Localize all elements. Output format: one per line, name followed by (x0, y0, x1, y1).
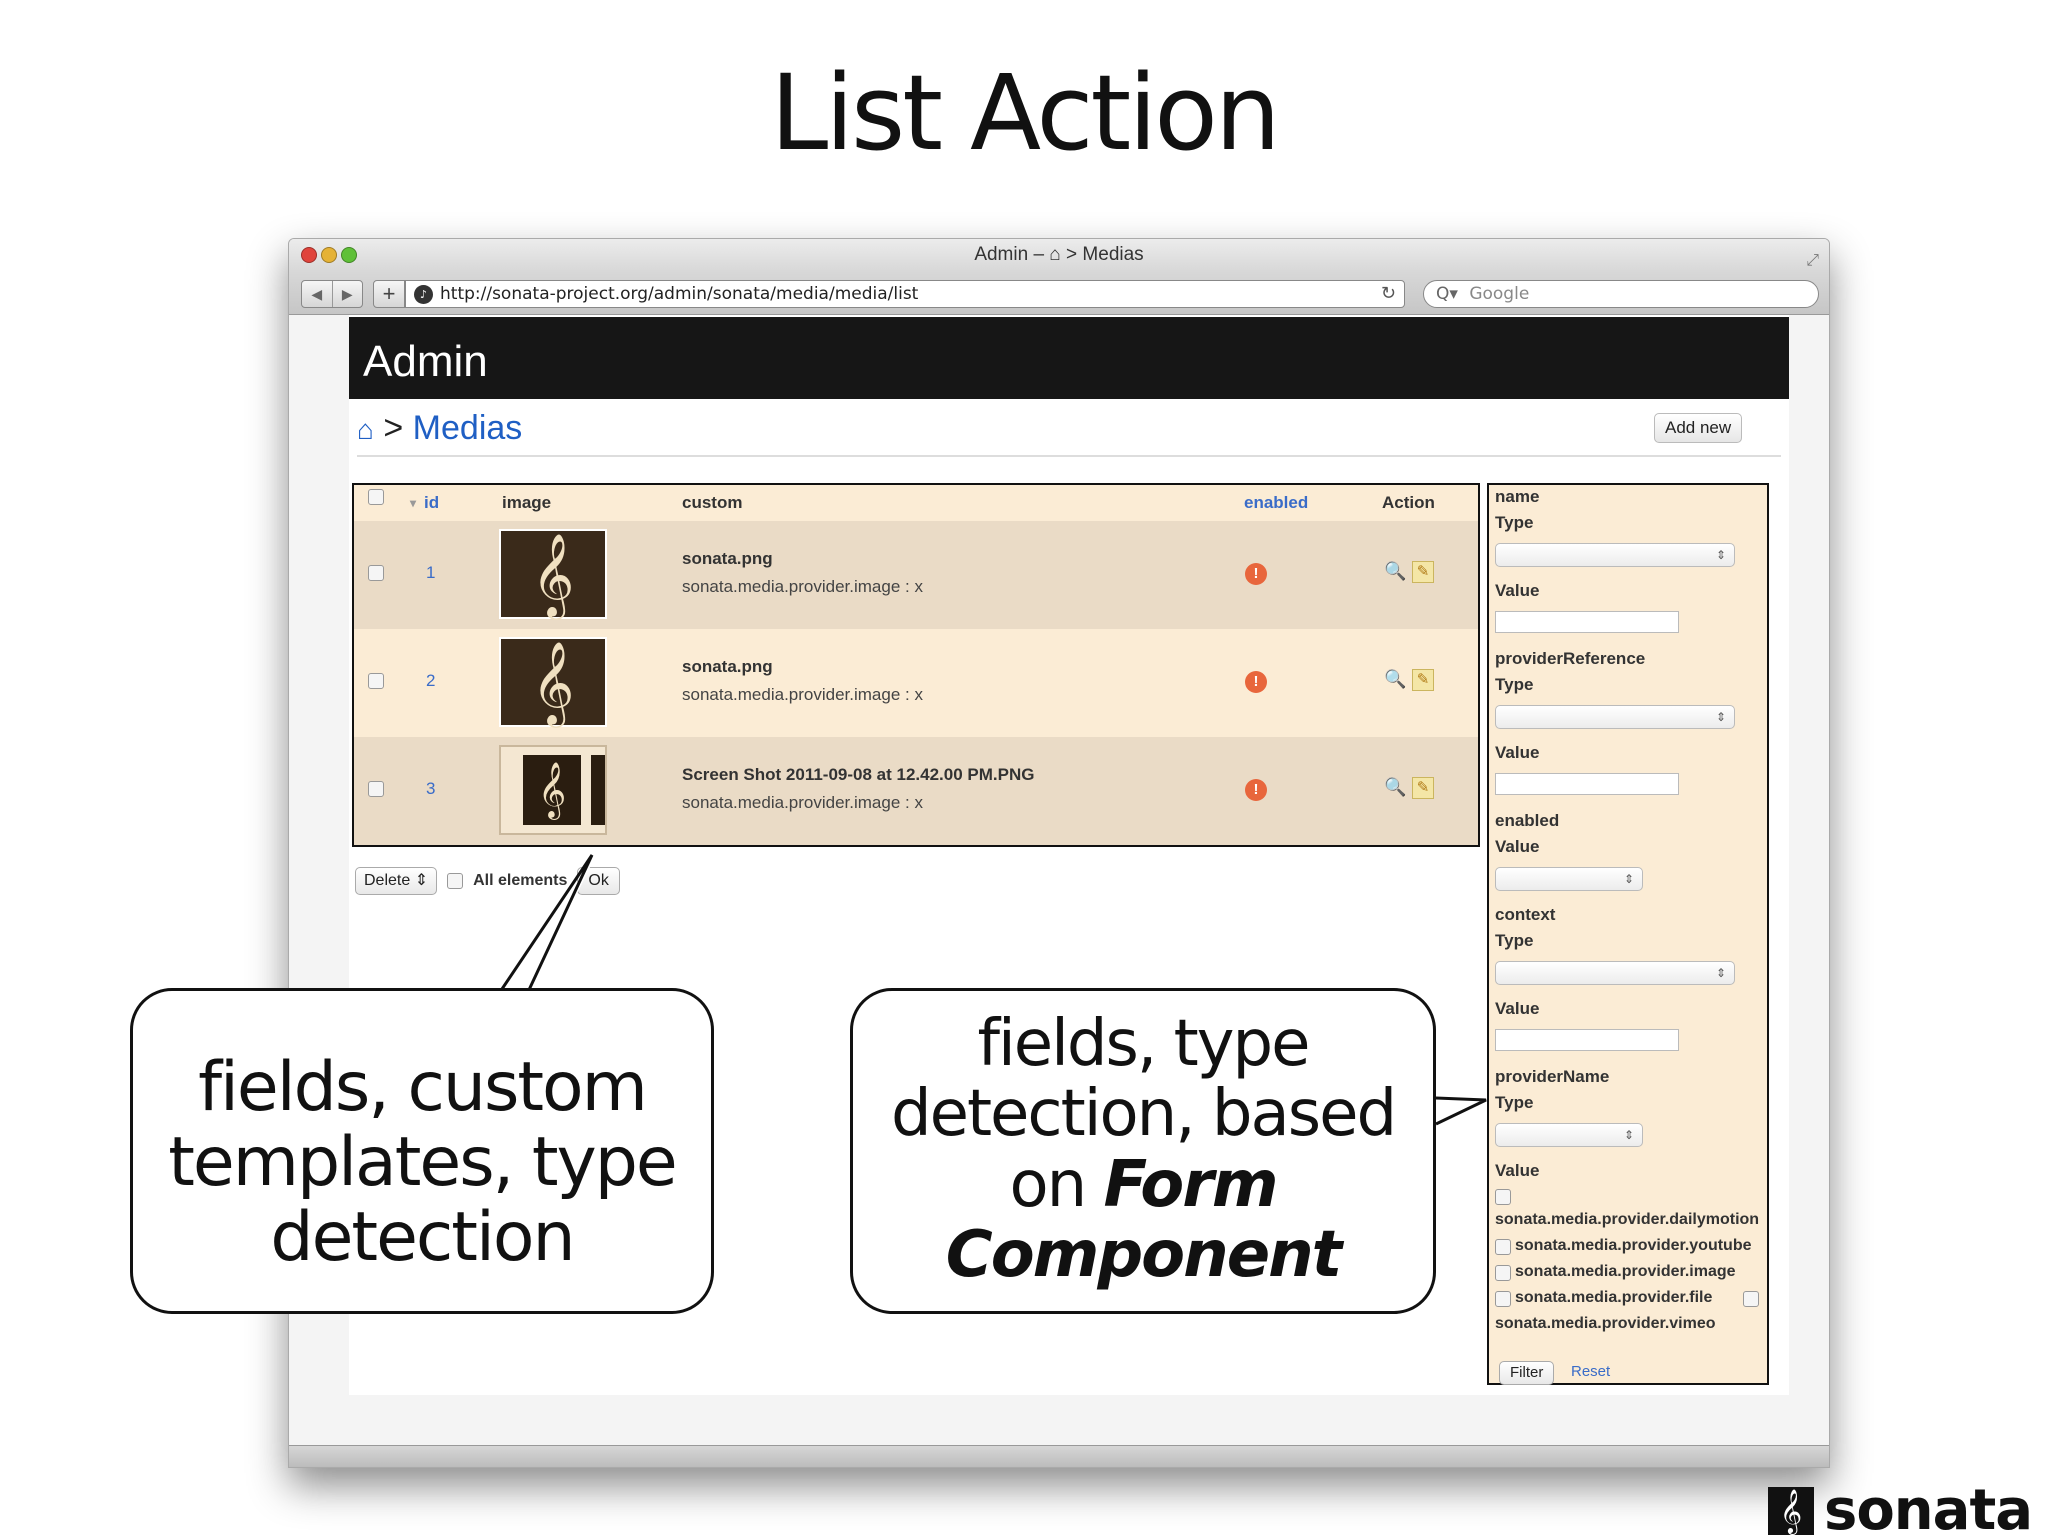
sonata-logo-icon: 𝄞 (1768, 1486, 1814, 1535)
callout-filter-fields: fields, type detection, based on Form Co… (850, 988, 1436, 1314)
callout-left-line: detection (270, 1197, 575, 1277)
callout-right-line: detection, based (890, 1077, 1397, 1152)
callout-right-form: Form (1103, 1147, 1279, 1222)
callout-left-line: templates, type (168, 1122, 678, 1202)
callout-right-line: fields, type (977, 1007, 1310, 1081)
callout-list-fields: fields, custom templates, type detection (130, 988, 714, 1314)
sonata-logo-text: sonata (1824, 1478, 2033, 1536)
sonata-logo: 𝄞 sonata (1768, 1478, 2033, 1536)
callout-left-line: fields, custom (198, 1048, 648, 1127)
callout-right-component: Component (945, 1218, 1343, 1293)
callout-right-line: on Form (853, 1150, 1433, 1220)
left-callout-pointer (498, 854, 594, 993)
callout-right-on: on (1009, 1147, 1104, 1222)
